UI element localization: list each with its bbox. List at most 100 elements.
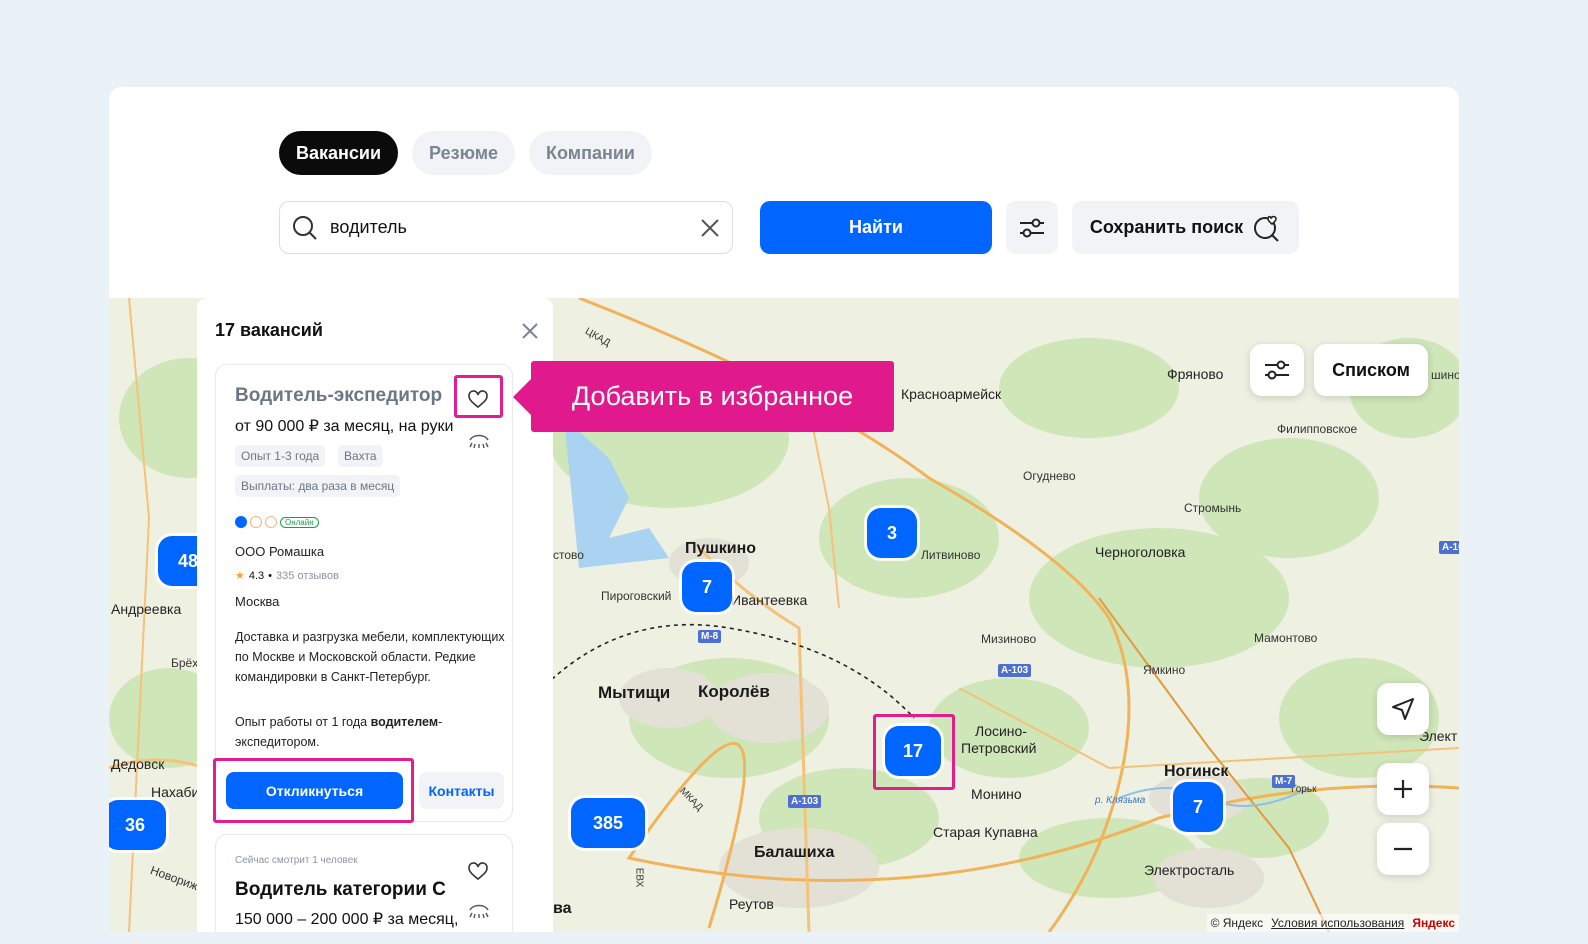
cluster-highlight	[873, 714, 955, 790]
geolocation-button[interactable]	[1377, 683, 1429, 735]
req-keyword: водителем	[370, 715, 439, 729]
rating-value: 4.3	[248, 569, 265, 582]
vacancy-description: Доставка и разгрузка мебели, комплектующ…	[235, 630, 505, 684]
filter-icon	[1020, 218, 1044, 237]
map-place: Мамонтово	[1254, 631, 1318, 645]
award-icon	[265, 516, 277, 528]
map-place: Черноголовка	[1095, 544, 1186, 560]
map-filter-button[interactable]	[1250, 344, 1304, 396]
map-place: Королёв	[698, 682, 770, 701]
map-place: Филипповское	[1277, 422, 1358, 436]
save-search-button[interactable]: Сохранить поиск	[1072, 201, 1299, 254]
zoom-in-button[interactable]	[1377, 763, 1429, 815]
viewing-count: Сейчас смотрит 1 человек	[235, 855, 358, 866]
heart-search-icon	[1254, 215, 1279, 242]
vacancy-title[interactable]: Водитель-экспедитор	[235, 385, 442, 407]
copyright-text: © Яндекс	[1210, 916, 1264, 930]
road-shield: А-10	[1439, 541, 1459, 554]
map-place: Литвиново	[921, 548, 981, 562]
map-place: стово	[553, 548, 584, 562]
find-button[interactable]: Найти	[760, 201, 992, 254]
map-copyright: © Яндекс Условия использования Яндекс	[1206, 914, 1459, 932]
map-place: Дедовск	[111, 756, 165, 772]
company-name[interactable]: ООО Ромашка	[235, 544, 324, 559]
search-icon	[293, 215, 317, 240]
tab-vacancies[interactable]: Вакансии	[279, 131, 399, 175]
reply-highlight	[213, 758, 414, 823]
close-icon[interactable]	[522, 323, 538, 339]
map-cluster[interactable]: 36	[109, 800, 166, 850]
vacancy-card[interactable]: Водитель-экспедитор от 90 000 ₽ за месяц…	[215, 364, 513, 822]
map-cluster[interactable]: 7	[1173, 782, 1223, 832]
save-search-label: Сохранить поиск	[1089, 217, 1244, 237]
map-place: Фряново	[1167, 366, 1224, 382]
map-place: Красноармейск	[901, 386, 1002, 402]
map-cluster[interactable]: 3	[867, 508, 917, 558]
hide-icon[interactable]	[468, 431, 490, 449]
map-place: Балашиха	[754, 844, 835, 861]
verified-icon	[235, 516, 247, 528]
search-value[interactable]: водитель	[330, 217, 700, 238]
map-place: Огуднево	[1023, 469, 1076, 483]
dot-separator: •	[268, 569, 273, 582]
company-rating: ★ 4.3 • 335 отзывов	[235, 569, 339, 583]
yandex-logo: Яндекс	[1412, 916, 1455, 930]
map-place: Пушкино	[685, 540, 757, 557]
tag-experience: Опыт 1-3 года	[235, 445, 326, 467]
filter-button[interactable]	[1006, 201, 1058, 254]
map-place: шино	[1431, 368, 1459, 382]
search-type-tabs: Вакансии Резюме Компании	[279, 131, 652, 175]
company-badges: Онлайн	[235, 516, 319, 528]
map-cluster[interactable]: 7	[682, 562, 732, 612]
list-view-button[interactable]: Списком	[1314, 344, 1428, 396]
road-shield: М-7	[1272, 775, 1296, 788]
road-shield: А-103	[998, 664, 1032, 677]
online-badge: Онлайн	[280, 516, 319, 528]
favorite-highlight	[454, 375, 503, 418]
req-prefix: Опыт работы от 1 года	[235, 715, 371, 729]
map-place: Мизиново	[981, 632, 1037, 646]
road-shield: А-103	[788, 795, 822, 808]
map-place: Старая Купавна	[933, 824, 1038, 840]
tab-resume[interactable]: Резюме	[412, 131, 516, 175]
plus-icon	[1394, 780, 1412, 798]
award-icon	[250, 516, 262, 528]
contacts-button[interactable]: Контакты	[419, 772, 504, 809]
map-place: Мытищи	[598, 683, 671, 702]
clear-icon[interactable]	[700, 218, 720, 238]
map-place: Брёх	[171, 656, 199, 670]
map-place: Монино	[971, 786, 1022, 802]
map-place: Ногинск	[1164, 763, 1229, 780]
vacancy-card[interactable]: Сейчас смотрит 1 человек Водитель катего…	[215, 834, 513, 932]
tag-shift: Вахта	[338, 445, 383, 467]
search-input[interactable]: водитель	[279, 201, 733, 254]
heart-icon[interactable]	[467, 861, 489, 881]
vacancy-city: Москва	[235, 594, 280, 609]
map-place: Ивантеевка	[731, 592, 808, 608]
map-place: Андреевка	[111, 601, 182, 617]
tag-payments: Выплаты: два раза в месяц	[235, 475, 401, 497]
map-road-label: ЕВХ	[633, 867, 645, 888]
hide-icon[interactable]	[468, 901, 490, 919]
map-place: Электросталь	[1144, 862, 1235, 878]
vacancy-salary: от 90 000 ₽ за месяц, на руки	[235, 418, 454, 435]
map-place: Ямкино	[1143, 663, 1186, 677]
map-place: Лосино-	[975, 723, 1027, 739]
zoom-out-button[interactable]	[1377, 823, 1429, 875]
tab-companies[interactable]: Компании	[529, 131, 652, 175]
map-place: ва	[553, 900, 572, 917]
road-shield: М-8	[698, 630, 722, 643]
map-place: Нахаби	[151, 784, 200, 800]
map-place: Пироговский	[601, 589, 672, 603]
map-place: Реутов	[729, 896, 774, 912]
map-place: Петровский	[961, 740, 1037, 756]
map-cluster[interactable]: 385	[571, 798, 645, 848]
reviews-link[interactable]: 335 отзывов	[276, 570, 339, 582]
vacancy-title[interactable]: Водитель категории С	[235, 879, 446, 901]
terms-link[interactable]: Условия использования	[1271, 916, 1404, 930]
star-icon: ★	[235, 570, 245, 582]
add-to-favorites-tooltip: Добавить в избранное	[513, 361, 894, 432]
map-river-label: р. Клязьма	[1095, 795, 1146, 806]
minus-icon	[1394, 847, 1412, 851]
navigation-arrow-icon	[1392, 698, 1414, 720]
